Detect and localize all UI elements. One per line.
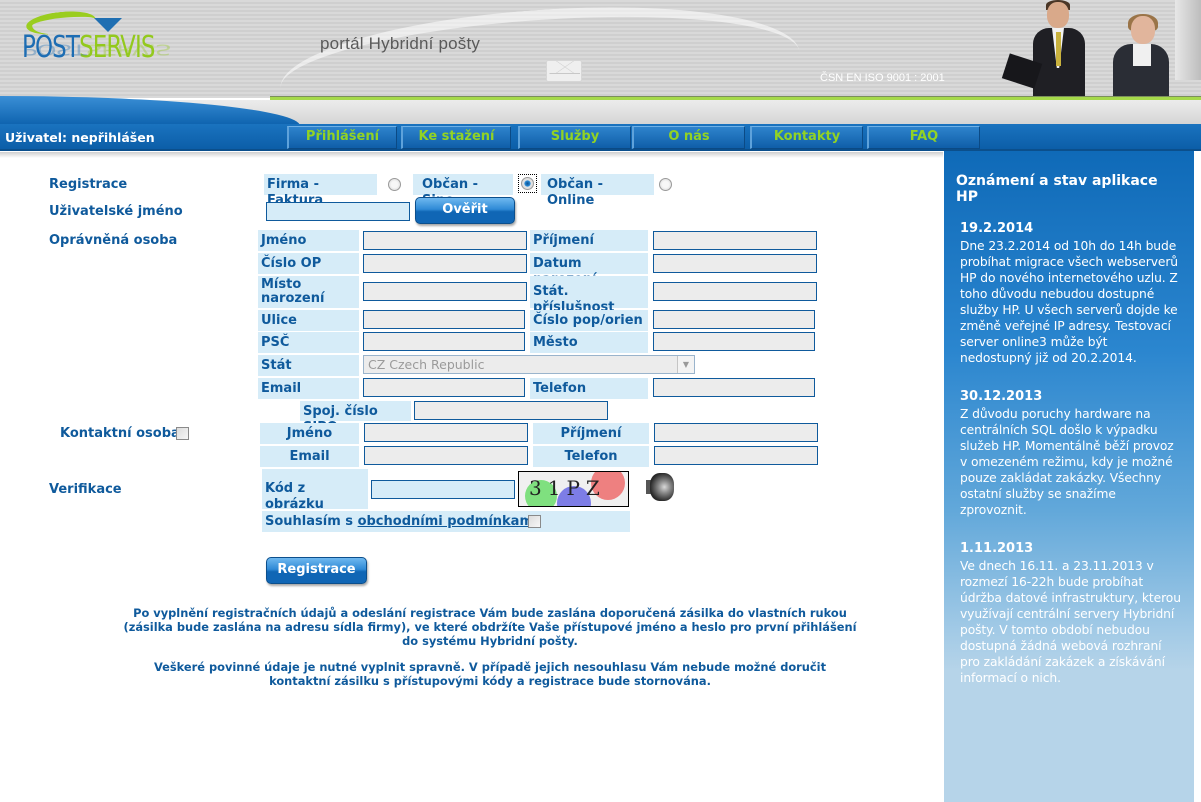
postservis-logo[interactable]: POSTSERVIS POSTSERVIS xyxy=(22,8,222,98)
contact-email-label: Email xyxy=(260,446,359,467)
contact-last-name-input[interactable] xyxy=(654,423,818,442)
house-number-label: Číslo pop/orien xyxy=(530,310,648,331)
phone-label: Telefon xyxy=(530,378,648,399)
country-label: Stát xyxy=(258,355,359,376)
nav-kontakty[interactable]: Kontakty xyxy=(750,126,863,149)
birth-place-input[interactable] xyxy=(363,282,527,301)
nav-sluzby[interactable]: Služby xyxy=(518,126,631,149)
contact-person-label: Kontaktní osoba xyxy=(60,426,180,441)
news-item: 19.2.2014 Dne 23.2.2014 od 10h do 14h bu… xyxy=(960,221,1182,366)
nav-o-nas[interactable]: O nás xyxy=(632,126,745,149)
email-label: Email xyxy=(258,378,359,399)
street-label: Ulice xyxy=(258,310,359,331)
contact-person-checkbox[interactable] xyxy=(176,427,189,440)
radio-obcan-sipo[interactable] xyxy=(521,177,534,190)
email-input[interactable] xyxy=(363,378,525,397)
news-item: 30.12.2013 Z důvodu poruchy hardware na … xyxy=(960,389,1182,518)
captcha-code-label: Kód z obrázku xyxy=(262,469,368,512)
header-banner: POSTSERVIS POSTSERVIS portál Hybridní po… xyxy=(0,0,1201,98)
portal-tagline: portál Hybridní pošty xyxy=(320,34,481,53)
id-number-label: Číslo OP xyxy=(258,253,359,274)
registration-note-1: Po vyplnění registračních údajů a odeslá… xyxy=(123,606,857,648)
verification-label: Verifikace xyxy=(49,482,122,497)
news-date: 19.2.2014 xyxy=(960,221,1034,236)
id-number-input[interactable] xyxy=(363,254,527,273)
businesswoman-figure xyxy=(1095,10,1175,98)
news-text: Dne 23.2.2014 od 10h do 14h bude probíha… xyxy=(960,239,1178,365)
birth-date-label: Datum narození xyxy=(530,253,648,287)
news-text: Ve dnech 16.11. a 23.11.2013 v rozmezí 1… xyxy=(960,559,1181,685)
nav-ke-stazeni[interactable]: Ke stažení xyxy=(401,126,511,149)
news-item: 1.11.2013 Ve dnech 16.11. a 23.11.2013 v… xyxy=(960,541,1182,686)
contact-first-name-label: Jméno xyxy=(260,423,359,444)
first-name-label: Jméno xyxy=(258,230,359,251)
country-select-value: CZ Czech Republic xyxy=(368,357,485,372)
zip-input[interactable] xyxy=(363,332,525,351)
envelope-icon xyxy=(546,60,582,82)
birth-place-label: Místo narození xyxy=(258,276,359,308)
contact-last-name-label: Příjmení xyxy=(533,423,649,444)
country-select[interactable]: CZ Czech Republic ▼ xyxy=(363,355,695,374)
businessman-figure xyxy=(1001,0,1085,98)
user-login-status: Uživatel: nepřihlášen xyxy=(5,130,155,145)
username-label: Uživatelské jméno xyxy=(49,204,183,219)
news-date: 1.11.2013 xyxy=(960,541,1034,556)
registration-note-2: Veškeré povinné údaje je nutné vyplnit s… xyxy=(153,660,827,688)
sidebar-title: Oznámení a stav aplikace HP xyxy=(956,173,1158,205)
option-obcan-sipo-label: Občan - Sipo xyxy=(413,174,513,208)
terms-prefix: Souhlasím s xyxy=(265,514,358,529)
terms-link[interactable]: obchodními podmínkami xyxy=(358,514,538,529)
monitor-graphic xyxy=(1175,0,1201,80)
option-firma-faktura-label: Firma - Faktura xyxy=(264,174,377,208)
birth-date-input[interactable] xyxy=(653,254,817,273)
sipo-label: Spoj. číslo SIPO xyxy=(300,401,411,435)
terms-row: Souhlasím s obchodními podmínkami xyxy=(262,511,630,532)
main-navigation: Uživatel: nepřihlášen Přihlášení Ke staž… xyxy=(0,124,1201,151)
nav-prihlaseni[interactable]: Přihlášení xyxy=(287,126,397,149)
last-name-label: Příjmení xyxy=(530,230,648,251)
citizenship-input[interactable] xyxy=(653,282,817,301)
page-right-margin xyxy=(1194,151,1201,802)
city-input[interactable] xyxy=(653,332,815,351)
last-name-input[interactable] xyxy=(653,231,817,250)
logo-reflection: POSTSERVIS xyxy=(22,40,171,59)
contact-phone-input[interactable] xyxy=(654,446,818,465)
news-text: Z důvodu poruchy hardware na centrálních… xyxy=(960,407,1174,517)
house-number-input[interactable] xyxy=(653,310,815,329)
zip-label: PSČ xyxy=(258,332,359,353)
nav-shadow xyxy=(0,152,943,158)
chevron-down-icon[interactable]: ▼ xyxy=(677,356,694,373)
contact-phone-label: Telefon xyxy=(533,446,649,467)
radio-firma-faktura[interactable] xyxy=(388,178,401,191)
registration-type-label: Registrace xyxy=(49,177,128,192)
speaker-icon[interactable] xyxy=(644,471,678,503)
announcements-sidebar: Oznámení a stav aplikace HP 19.2.2014 Dn… xyxy=(944,151,1194,802)
news-date: 30.12.2013 xyxy=(960,389,1043,404)
contact-email-input[interactable] xyxy=(364,446,528,465)
sipo-input[interactable] xyxy=(414,401,608,420)
username-input[interactable] xyxy=(266,202,410,221)
business-people-photo xyxy=(995,0,1201,98)
contact-first-name-input[interactable] xyxy=(364,423,528,442)
header-accent-line xyxy=(270,96,1201,100)
first-name-input[interactable] xyxy=(363,231,527,250)
street-input[interactable] xyxy=(363,310,525,329)
iso-certification: ČSN EN ISO 9001 : 2001 xyxy=(820,72,945,84)
citizenship-label: Stát. příslušnost xyxy=(530,276,648,315)
captcha-input[interactable] xyxy=(371,480,515,499)
register-button[interactable]: Registrace xyxy=(266,557,367,584)
option-obcan-online-label: Občan - Online xyxy=(541,174,654,208)
phone-input[interactable] xyxy=(653,378,815,397)
city-label: Město xyxy=(530,332,648,353)
captcha-text: 31PZ xyxy=(529,476,606,500)
nav-faq[interactable]: FAQ xyxy=(867,126,980,149)
verify-button[interactable]: Ověřit xyxy=(415,197,515,224)
terms-checkbox[interactable] xyxy=(528,515,541,528)
authorized-person-label: Oprávněná osoba xyxy=(49,233,178,248)
captcha-image: 31PZ xyxy=(518,471,629,507)
radio-obcan-online[interactable] xyxy=(659,178,672,191)
